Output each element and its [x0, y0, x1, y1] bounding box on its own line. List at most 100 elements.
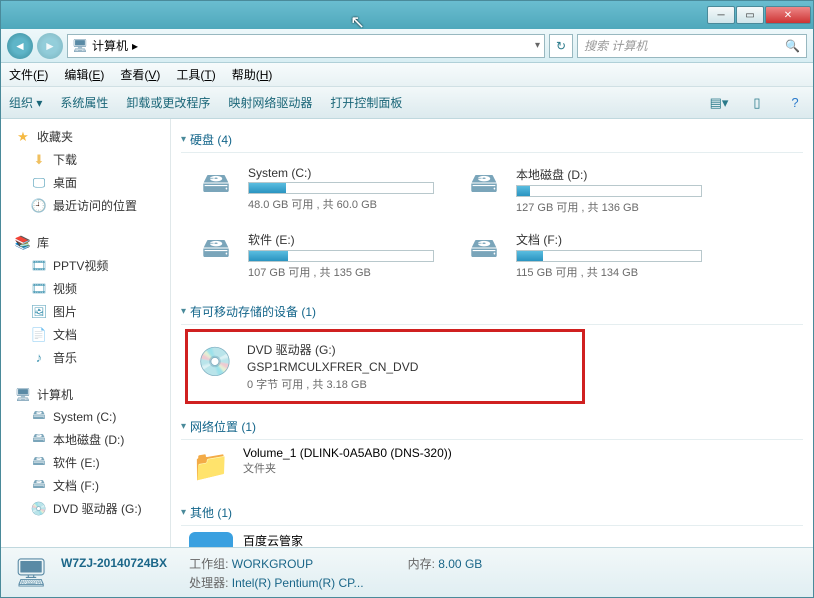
maximize-button[interactable]: ▭: [736, 6, 764, 24]
hard-drive-icon: 🖴: [194, 166, 238, 206]
usage-bar: [248, 182, 434, 194]
sidebar-item-downloads[interactable]: ⬇下载: [1, 148, 170, 171]
status-memory: 8.00 GB: [438, 557, 482, 571]
section-network[interactable]: ▾ 网络位置 (1): [181, 414, 803, 440]
drive-name: System (C:): [248, 166, 434, 180]
sidebar-item-music[interactable]: ♪ 音乐: [1, 346, 170, 369]
music-icon: ♪: [31, 350, 47, 366]
status-cpu: Intel(R) Pentium(R) CP...: [232, 576, 364, 590]
dvd-drive-item[interactable]: 💿 DVD 驱动器 (G:) GSP1RMCULXFRER_CN_DVD 0 字…: [188, 336, 568, 397]
view-options-icon[interactable]: ▤▾: [709, 93, 729, 113]
menu-bar: 文件(F) 编辑(E) 查看(V) 工具(T) 帮助(H): [1, 63, 813, 87]
menu-view[interactable]: 查看(V): [120, 66, 160, 83]
collapse-icon: ▾: [181, 134, 186, 145]
uninstall-button[interactable]: 卸载或更改程序: [126, 94, 210, 111]
sidebar-item-videos[interactable]: 🎞视频: [1, 277, 170, 300]
sidebar-label: 本地磁盘 (D:): [53, 431, 124, 448]
breadcrumb-arrow[interactable]: ▸: [132, 39, 138, 53]
section-other[interactable]: ▾其他 (1): [181, 500, 803, 526]
sidebar-label: 库: [37, 234, 49, 251]
sidebar-item-drive-e[interactable]: 🖴软件 (E:): [1, 451, 170, 474]
drive-item[interactable]: 🖴 文档 (F:) 115 GB 可用 , 共 134 GB: [457, 226, 707, 285]
section-hard-drives[interactable]: ▾ 硬盘 (4): [181, 127, 803, 153]
network-location-item[interactable]: 📁 Volume_1 (DLINK-0A5AB0 (DNS-320)) 文件夹: [181, 440, 461, 490]
sidebar-item-drive-g[interactable]: 💿DVD 驱动器 (G:): [1, 497, 170, 520]
sidebar-label: 最近访问的位置: [53, 197, 137, 214]
sidebar-label: 下载: [53, 151, 77, 168]
status-cpu-label: 处理器:: [189, 576, 228, 590]
control-panel-button[interactable]: 打开控制面板: [330, 94, 402, 111]
sidebar-item-drive-d[interactable]: 🖴 本地磁盘 (D:): [1, 428, 170, 451]
computer-icon: 🖥: [15, 387, 31, 403]
map-network-drive-button[interactable]: 映射网络驱动器: [228, 94, 312, 111]
sidebar-favorites[interactable]: ★收藏夹: [1, 125, 170, 148]
breadcrumb[interactable]: 计算机: [92, 37, 128, 54]
menu-file[interactable]: 文件(F): [9, 66, 48, 83]
drive-icon: 🖴: [31, 432, 47, 448]
section-removable[interactable]: ▾有可移动存储的设备 (1): [181, 299, 803, 325]
sidebar-item-recent[interactable]: 🕘最近访问的位置: [1, 194, 170, 217]
back-button[interactable]: ◄: [7, 33, 33, 59]
drive-stat: 48.0 GB 可用 , 共 60.0 GB: [248, 196, 434, 212]
sidebar-label: System (C:): [53, 410, 116, 424]
preview-pane-icon[interactable]: ▯: [747, 93, 767, 113]
dvd-icon: 💿: [31, 501, 47, 517]
address-dropdown-icon[interactable]: ▾: [535, 40, 540, 51]
sidebar-label: 音乐: [53, 349, 77, 366]
library-icon: 📚: [15, 235, 31, 251]
nav-bar: ◄ ► 🖥 计算机 ▸ ▾ ↻ 搜索 计算机 🔍: [1, 29, 813, 63]
section-title: 有可移动存储的设备 (1): [190, 303, 316, 320]
drive-name: 本地磁盘 (D:): [516, 166, 702, 183]
minimize-button[interactable]: ─: [707, 6, 735, 24]
menu-help[interactable]: 帮助(H): [232, 66, 273, 83]
computer-icon: 🖥: [11, 555, 51, 591]
computer-icon: 🖥: [72, 38, 88, 54]
search-input[interactable]: 搜索 计算机 🔍: [577, 34, 807, 58]
usage-bar: [516, 185, 702, 197]
menu-tools[interactable]: 工具(T): [176, 66, 215, 83]
drive-icon: 🖴: [31, 455, 47, 471]
highlighted-dvd-drive: 💿 DVD 驱动器 (G:) GSP1RMCULXFRER_CN_DVD 0 字…: [185, 329, 585, 404]
baidu-cloud-item[interactable]: ∞ 百度云管家 双击运行百度云管家: [181, 526, 461, 547]
forward-button[interactable]: ►: [37, 33, 63, 59]
help-icon[interactable]: ?: [785, 93, 805, 113]
sidebar-label: 桌面: [53, 174, 77, 191]
section-title: 网络位置 (1): [190, 418, 256, 435]
section-title: 其他 (1): [190, 504, 232, 521]
drive-stat: 115 GB 可用 , 共 134 GB: [516, 264, 702, 280]
status-wg-label: 工作组:: [189, 557, 228, 571]
drive-label: GSP1RMCULXFRER_CN_DVD: [247, 360, 563, 374]
collapse-icon: ▾: [181, 421, 186, 432]
search-icon: 🔍: [785, 39, 800, 53]
drive-icon: 🖴: [31, 409, 47, 425]
sidebar-item-drive-f[interactable]: 🖴文档 (F:): [1, 474, 170, 497]
address-bar[interactable]: 🖥 计算机 ▸ ▾: [67, 34, 545, 58]
drive-stat: 107 GB 可用 , 共 135 GB: [248, 264, 434, 280]
sidebar-item-pptv[interactable]: 🎞PPTV视频: [1, 254, 170, 277]
drive-stat: 127 GB 可用 , 共 136 GB: [516, 199, 702, 215]
section-title: 硬盘 (4): [190, 131, 232, 148]
menu-edit[interactable]: 编辑(E): [64, 66, 104, 83]
sidebar-item-drive-c[interactable]: 🖴 System (C:): [1, 406, 170, 428]
close-button[interactable]: ✕: [765, 6, 811, 24]
drive-item[interactable]: 🖴 本地磁盘 (D:) 127 GB 可用 , 共 136 GB: [457, 161, 707, 220]
status-bar: 🖥 W7ZJ-20140724BX 工作组: WORKGROUP 内存: 8.0…: [1, 547, 813, 597]
video-icon: 🎞: [31, 258, 47, 274]
drive-name: 文档 (F:): [516, 231, 702, 248]
explorer-window: ↖ ─ ▭ ✕ ◄ ► 🖥 计算机 ▸ ▾ ↻ 搜索 计算机 🔍 文件(F) 编…: [0, 0, 814, 598]
sidebar-libraries[interactable]: 📚库: [1, 231, 170, 254]
hard-drive-icon: 🖴: [194, 231, 238, 271]
hard-drive-icon: 🖴: [462, 166, 506, 206]
sidebar-item-pictures[interactable]: 🖼图片: [1, 300, 170, 323]
sidebar-item-desktop[interactable]: 🖵桌面: [1, 171, 170, 194]
drive-name: DVD 驱动器 (G:): [247, 341, 563, 358]
sidebar-item-documents[interactable]: 📄文档: [1, 323, 170, 346]
drive-item[interactable]: 🖴 软件 (E:) 107 GB 可用 , 共 135 GB: [189, 226, 439, 285]
drive-item[interactable]: 🖴 System (C:) 48.0 GB 可用 , 共 60.0 GB: [189, 161, 439, 220]
sidebar-label: 收藏夹: [37, 128, 73, 145]
organize-button[interactable]: 组织 ▾: [9, 94, 42, 111]
system-properties-button[interactable]: 系统属性: [60, 94, 108, 111]
refresh-button[interactable]: ↻: [549, 34, 573, 58]
sidebar-computer[interactable]: 🖥计算机: [1, 383, 170, 406]
body: ★收藏夹 ⬇下载 🖵桌面 🕘最近访问的位置 📚库 🎞PPTV视频 🎞视频 🖼图片…: [1, 119, 813, 547]
